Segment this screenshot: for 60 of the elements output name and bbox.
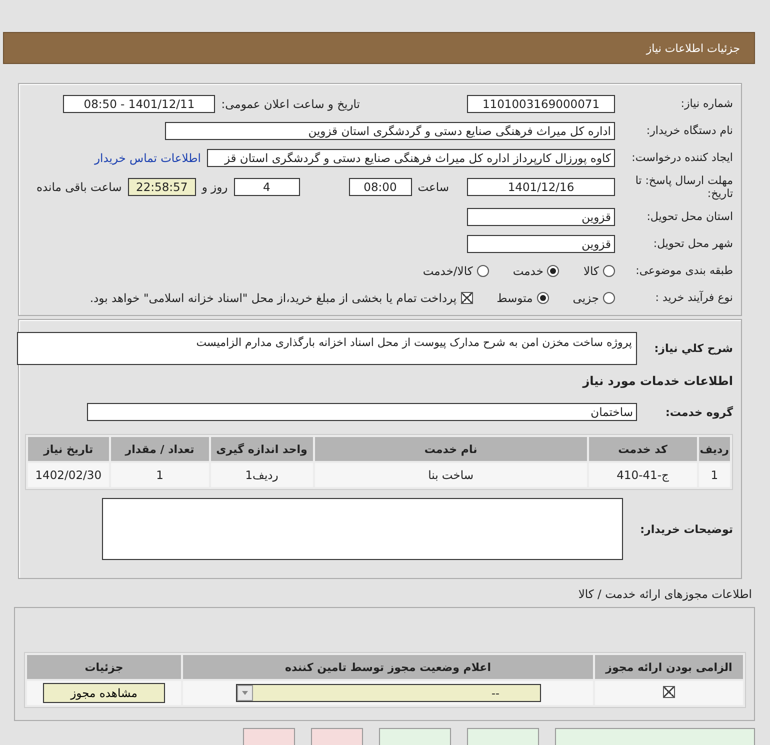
need-number-field: 1101003169000071	[467, 94, 615, 112]
radio-button[interactable]	[476, 264, 489, 276]
table-cell: 1402/02/30	[28, 463, 109, 487]
column-header: اعلام وضعیت مجوز توسط تامین کننده	[183, 655, 593, 679]
field-label: نام دستگاه خریدار:	[645, 124, 733, 137]
status-select[interactable]: --	[236, 684, 540, 702]
field-label: شماره نیاز:	[680, 97, 733, 110]
buyer-field: اداره کل میراث فرهنگی صنایع دستی و گردشگری استان قزوین	[165, 122, 615, 140]
column-header: ردیف	[698, 437, 730, 461]
field-label: توضیحات خریدار:	[639, 522, 733, 536]
column-header: الزامی بودن ارائه مجوز	[595, 655, 743, 679]
column-header: واحد اندازه گیری	[210, 437, 313, 461]
radio-button[interactable]	[603, 264, 615, 276]
announce-date-field: 1401/12/11 - 08:50	[63, 94, 216, 112]
option-label: جزیی	[572, 290, 599, 304]
section-title: اطلاعات مجوزهای ارائه خدمت / کالا	[577, 587, 752, 601]
field-label: گروه خدمت:	[664, 406, 733, 418]
deadline-time-field: 08:00	[348, 178, 412, 196]
remaining-time-field: 22:58:57	[128, 178, 196, 196]
service-group-field: ساختمان	[87, 403, 637, 421]
creator-field: کاوه پورزال کارپرداز اداره کل میراث فرهنگی صنایع دستی و گردشگری استان قز	[207, 148, 615, 166]
deadline-date-field: 1401/12/16	[467, 178, 615, 196]
field-label: شرح کلي نياز:	[653, 342, 733, 354]
field-label: تاریخ و ساعت اعلان عمومی:	[221, 96, 360, 110]
column-header: نام خدمت	[314, 437, 587, 461]
section-title: اطلاعات خدمات مورد نیاز	[582, 374, 733, 388]
checkbox[interactable]	[460, 292, 473, 304]
option-label: خدمت	[512, 264, 544, 278]
radio-button[interactable]	[603, 292, 615, 304]
field-label: مهلت ارسال پاسخ: تا تاریخ:	[634, 174, 733, 200]
table-cell: ج-41-410	[588, 463, 697, 487]
radio-button[interactable]	[547, 264, 560, 276]
field-label: طبقه بندی موضوعی:	[634, 264, 733, 277]
radio-button[interactable]	[536, 292, 549, 304]
column-header: جزئیات	[27, 655, 181, 679]
option-label: متوسط	[496, 290, 533, 304]
field-label: روز و	[202, 180, 228, 194]
contact-link[interactable]: اطلاعات تماس خریدار	[94, 150, 201, 164]
table-cell: ساخت بنا	[314, 463, 587, 487]
view-permit-button[interactable]: مشاهده مجوز	[43, 683, 165, 703]
field-label: شهر محل تحویل:	[652, 237, 733, 250]
page-title: جزئیات اطلاعات نیاز	[646, 42, 740, 54]
table-cell: ردیف1	[210, 463, 313, 487]
field-label: ساعت	[418, 180, 449, 194]
days-field: 4	[234, 178, 300, 196]
province-field: قزوین	[467, 208, 615, 226]
option-label: کالا/خدمت	[422, 264, 473, 278]
column-header: تعداد / مقدار	[110, 437, 209, 461]
column-header: کد خدمت	[588, 437, 697, 461]
city-field: قزوین	[467, 234, 615, 252]
field-label: نوع فرآیند خرید :	[654, 291, 733, 304]
option-label: پرداخت تمام یا بخشی از مبلغ خرید،از محل "اسناد خزانه اسلامی" خواهد بود.	[90, 290, 457, 304]
summary-box: پروژه ساخت مخزن امن به شرح مدارک پیوست از محل اسناد اخزانه بارگذاری مدارم الزامیست	[17, 332, 637, 364]
table-cell: 1	[698, 463, 730, 487]
table-cell: 1	[110, 463, 209, 487]
column-header: تاریخ نیاز	[28, 437, 109, 461]
field-label: ساعت باقی مانده	[36, 180, 122, 194]
option-label: کالا	[583, 264, 599, 278]
field-label: استان محل تحویل:	[646, 210, 733, 223]
field-label: ایجاد کننده درخواست:	[630, 151, 733, 164]
